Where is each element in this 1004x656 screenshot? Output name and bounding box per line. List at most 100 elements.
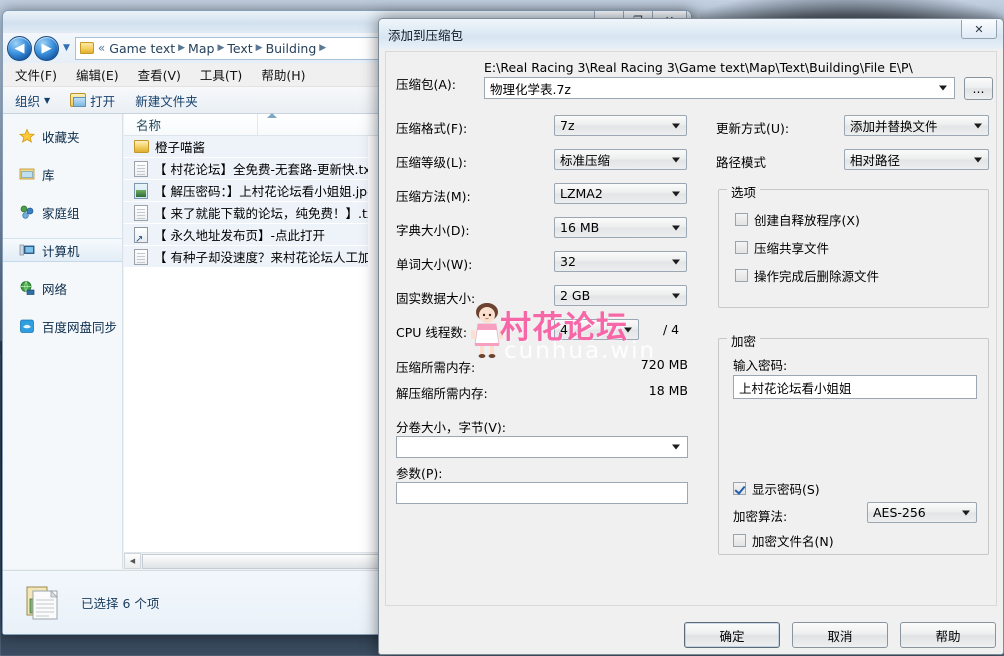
create-sfx-checkbox[interactable]: 创建自释放程序(X) [735, 210, 860, 229]
chevron-right-icon[interactable]: ▶ [177, 43, 186, 53]
ok-button[interactable]: 确定 [684, 622, 780, 648]
organize-button[interactable]: 组织 ▼ [15, 91, 50, 110]
star-icon [18, 128, 36, 144]
menu-item-help[interactable]: 帮助(H) [261, 65, 305, 84]
memory-decompress-value: 18 MB [648, 383, 688, 398]
chevron-down-icon [624, 327, 632, 332]
sidebar-item-label: 库 [42, 167, 55, 183]
word-size-select[interactable]: 32 [554, 251, 687, 272]
dictionary-size-select[interactable]: 16 MB [554, 217, 687, 238]
breadcrumb-item-0[interactable]: Game text [109, 41, 175, 56]
show-password-checkbox[interactable]: 显示密码(S) [733, 479, 820, 498]
compression-level-select[interactable]: 标准压缩 [554, 149, 687, 170]
sidebar-item-computer[interactable]: 计算机 [3, 238, 122, 262]
chevron-down-icon[interactable] [672, 444, 680, 450]
path-mode-value: 相对路径 [850, 153, 901, 168]
column-header-name[interactable]: 名称 [136, 115, 161, 134]
encrypt-filenames-checkbox[interactable]: 加密文件名(N) [733, 531, 834, 550]
network-icon [19, 280, 35, 296]
cancel-button[interactable]: 取消 [792, 622, 888, 648]
open-icon [70, 93, 87, 107]
archive-path: E:\Real Racing 3\Real Racing 3\Game text… [484, 60, 913, 75]
file-name: 【 来了就能下载的论坛，纯免费！】.txt [154, 206, 368, 221]
breadcrumb-item-1[interactable]: Map [188, 41, 214, 56]
table-row[interactable]: 【 有种子却没速度？来村花论坛人工加... [124, 246, 368, 268]
table-row[interactable]: 橙子喵酱 [124, 136, 368, 158]
breadcrumb-item-2[interactable]: Text [227, 41, 252, 56]
chevron-down-icon[interactable] [939, 85, 947, 91]
archive-format-label: 压缩格式(F): [396, 121, 468, 136]
archive-name-value: 物理化学表.7z [490, 81, 571, 97]
table-row[interactable]: 【 村花论坛】全免费-无套路-更新快.txt [124, 158, 368, 180]
dialog-title-bar[interactable]: 添加到压缩包 [379, 19, 1003, 49]
archive-name-input[interactable]: 物理化学表.7z [484, 77, 955, 99]
table-row[interactable]: 【 永久地址发布页】-点此打开 [124, 224, 368, 246]
file-name: 【 村花论坛】全免费-无套路-更新快.txt [154, 162, 368, 177]
recent-pages-caret-icon[interactable]: ▼ [63, 43, 70, 53]
path-mode-select[interactable]: 相对路径 [844, 149, 989, 170]
checkbox-icon [735, 241, 748, 254]
archive-format-value: 7z [560, 118, 575, 133]
menu-item-tools[interactable]: 工具(T) [200, 65, 242, 84]
delete-after-label: 操作完成后删除源文件 [754, 269, 880, 284]
cpu-threads-select[interactable]: 4 [554, 319, 639, 340]
archive-format-select[interactable]: 7z [554, 115, 687, 136]
breadcrumb-item-3[interactable]: Building [266, 41, 317, 56]
dialog-body: 压缩包(A): E:\Real Racing 3\Real Racing 3\G… [385, 51, 997, 606]
back-button[interactable]: ◀ [7, 35, 32, 61]
help-button[interactable]: 帮助 [900, 622, 996, 648]
sidebar-item-baidu-netdisk[interactable]: 百度网盘同步 [3, 314, 122, 338]
menu-item-view[interactable]: 查看(V) [138, 65, 181, 84]
sidebar-item-favorites[interactable]: 收藏夹 [3, 124, 122, 148]
memory-decompress-label: 解压缩所需内存: [396, 386, 488, 401]
compress-shared-checkbox[interactable]: 压缩共享文件 [735, 238, 829, 257]
sidebar-item-label: 家庭组 [42, 205, 80, 221]
file-name: 橙子喵酱 [155, 140, 206, 155]
checkbox-icon [735, 213, 748, 226]
scroll-left-icon[interactable]: ◀ [124, 553, 141, 569]
ok-label: 确定 [719, 628, 745, 644]
table-row[interactable]: 【 来了就能下载的论坛，纯免费！】.txt [124, 202, 368, 224]
delete-after-checkbox[interactable]: 操作完成后删除源文件 [735, 266, 879, 285]
solid-block-size-select[interactable]: 2 GB [554, 285, 687, 306]
chevron-right-icon[interactable]: ▶ [216, 43, 225, 53]
text-file-icon [134, 160, 148, 177]
compression-method-select[interactable]: LZMA2 [554, 183, 687, 204]
sort-ascending-icon [267, 113, 277, 118]
split-volume-input[interactable] [396, 436, 688, 458]
forward-button[interactable]: ▶ [34, 35, 59, 61]
encrypt-filenames-label: 加密文件名(N) [752, 534, 834, 549]
table-row[interactable]: 【 解压密码：】上村花论坛看小姐姐.jpg [124, 180, 368, 202]
parameters-input[interactable] [396, 482, 688, 504]
encryption-algorithm-select[interactable]: AES-256 [867, 502, 977, 523]
menu-item-file[interactable]: 文件(F) [15, 65, 57, 84]
baidu-netdisk-icon [19, 318, 35, 334]
dialog-close-button[interactable]: ✕ [961, 20, 997, 39]
sidebar-item-network[interactable]: 网络 [3, 276, 122, 300]
new-folder-button[interactable]: 新建文件夹 [135, 91, 198, 110]
password-field[interactable]: 上村花论坛看小姐姐 [733, 375, 977, 399]
menu-item-edit[interactable]: 编辑(E) [76, 65, 119, 84]
create-sfx-label: 创建自释放程序(X) [754, 213, 860, 228]
scrollbar-thumb[interactable] [142, 553, 390, 569]
cpu-threads-value: 4 [560, 322, 568, 337]
browse-label: ... [972, 81, 985, 96]
chevron-down-icon [672, 123, 680, 128]
chevron-right-icon[interactable]: ▶ [318, 43, 327, 53]
breadcrumb-overflow[interactable]: « [96, 41, 107, 55]
update-mode-select[interactable]: 添加并替换文件 [844, 115, 989, 136]
memory-compress-label: 压缩所需内存: [396, 360, 476, 375]
word-size-label: 单词大小(W): [396, 257, 473, 272]
browse-button[interactable]: ... [964, 77, 993, 100]
open-button[interactable]: 打开 [70, 91, 115, 110]
checkbox-icon [733, 534, 746, 547]
sidebar-item-label: 百度网盘同步 [42, 319, 118, 335]
chevron-down-icon [672, 225, 680, 230]
memory-compress-value: 720 MB [640, 357, 688, 372]
help-label: 帮助 [935, 628, 961, 644]
add-to-archive-dialog[interactable]: 添加到压缩包 ✕ 压缩包(A): E:\Real Racing 3\Real R… [378, 18, 1004, 655]
sidebar-item-homegroup[interactable]: 家庭组 [3, 200, 122, 224]
chevron-right-icon[interactable]: ▶ [255, 43, 264, 53]
sidebar-item-libraries[interactable]: 库 [3, 162, 122, 186]
encryption-algorithm-value: AES-256 [873, 505, 926, 520]
